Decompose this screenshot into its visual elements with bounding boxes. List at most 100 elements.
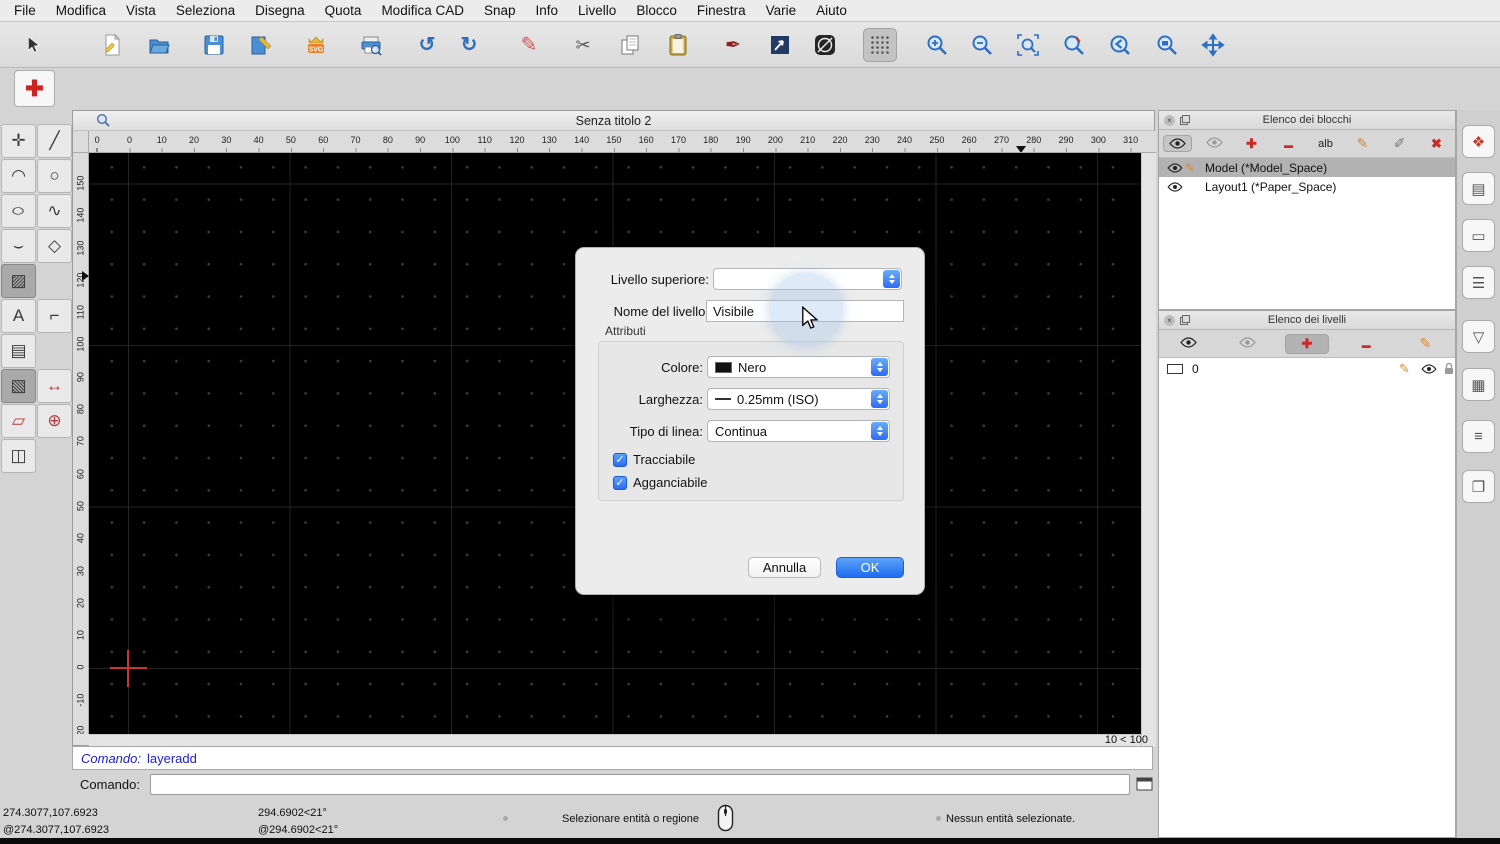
command-input[interactable] [149, 773, 1130, 795]
menu-item[interactable]: Aiuto [806, 3, 857, 18]
layer-lock-toggle[interactable] [1443, 362, 1455, 375]
float-panel-button[interactable] [1180, 115, 1190, 125]
command-panel-icon[interactable]: ≡ [1462, 420, 1495, 453]
menu-item[interactable]: Info [526, 3, 569, 18]
layer-list-panel-icon[interactable]: ▤ [1462, 172, 1495, 205]
print-preview-button[interactable] [354, 28, 388, 62]
pointer-tool-button[interactable] [15, 28, 49, 62]
document-zoom-icon [96, 113, 110, 127]
zoom-in-button[interactable] [920, 28, 954, 62]
menu-item[interactable]: Seleziona [166, 3, 245, 18]
pan-button[interactable] [1196, 28, 1230, 62]
construction-checkbox[interactable]: ✓ Tracciabile [613, 452, 695, 467]
cancel-button[interactable]: Annulla [748, 557, 821, 578]
block-list-item[interactable]: ✎ Model (*Model_Space) [1159, 158, 1455, 177]
float-panel-button[interactable] [1180, 315, 1190, 325]
layer-visible-toggle[interactable] [1421, 363, 1437, 374]
modify-tool[interactable]: ▱ [1, 404, 36, 438]
menu-item[interactable]: File [4, 3, 46, 18]
ok-button[interactable]: OK [836, 557, 904, 578]
menu-item[interactable]: Disegna [245, 3, 315, 18]
polygon-tool[interactable]: ◇ [37, 229, 72, 263]
pen-add-button[interactable]: ✚ [14, 70, 55, 107]
menu-item[interactable]: Livello [568, 3, 626, 18]
menu-item[interactable]: Vista [116, 3, 166, 18]
circle-diameter-button[interactable] [808, 28, 842, 62]
pencil-icon[interactable]: ✎ [1399, 361, 1410, 377]
close-panel-button[interactable]: × [1164, 314, 1175, 326]
layer-list-item[interactable]: 0 ✎ [1159, 358, 1455, 379]
highlight-pen-button[interactable]: ✎ [512, 28, 546, 62]
library-panel-icon[interactable]: ☰ [1462, 266, 1495, 299]
remove-layer-button[interactable]: ▬ [1362, 336, 1371, 351]
paste-button[interactable] [661, 28, 695, 62]
hatch-tool[interactable]: ▨ [1, 264, 36, 298]
fill-tool[interactable]: ▧ [1, 369, 36, 403]
arc-tool[interactable]: ◠ [1, 159, 36, 193]
line-tool[interactable]: ╱ [37, 124, 72, 158]
color-select[interactable]: Nero [707, 356, 890, 378]
add-layer-button[interactable]: ✚ [1285, 333, 1329, 354]
cut-button[interactable]: ✂ [566, 28, 600, 62]
edit-drawing-icon [251, 36, 272, 55]
draw-pen-button[interactable]: ✒ [716, 28, 750, 62]
curve-tool[interactable]: ⌣ [1, 229, 36, 263]
pen-panel-icon[interactable]: ▦ [1462, 368, 1495, 401]
clipboard-panel-icon[interactable]: ❐ [1462, 470, 1495, 503]
svg-export-button[interactable]: SVG [299, 28, 333, 62]
edit-drawing-button[interactable] [244, 28, 278, 62]
menu-item[interactable]: Quota [315, 3, 372, 18]
grid-toggle-button[interactable] [863, 28, 897, 62]
zoom-window-button[interactable] [1150, 28, 1184, 62]
block-list-panel-icon[interactable]: ❖ [1462, 125, 1495, 158]
zoom-auto-icon [1017, 34, 1039, 56]
measure-tool[interactable]: ↔ [37, 369, 72, 403]
undo-button[interactable]: ↺ [410, 28, 444, 62]
menu-item[interactable]: Snap [474, 3, 526, 18]
edit-layer-button[interactable]: ✎ [1420, 335, 1432, 352]
block-list-item[interactable]: Layout1 (*Paper_Space) [1159, 177, 1455, 196]
points-tool[interactable]: ✛ [1, 124, 36, 158]
add-block-button[interactable]: ✚ [1246, 136, 1257, 152]
delete-block-button[interactable]: ✖ [1431, 136, 1442, 152]
hide-all-blocks-button[interactable] [1206, 136, 1223, 151]
zoom-out-button[interactable] [965, 28, 999, 62]
image-tool[interactable]: ▤ [1, 334, 36, 368]
filter-panel-icon[interactable]: ▽ [1462, 320, 1495, 353]
edit-block-button[interactable]: ✎ [1357, 135, 1369, 152]
snap-checkbox[interactable]: ✓ Agganciabile [613, 475, 707, 490]
draw-order-button[interactable] [763, 28, 797, 62]
paper-panel-icon[interactable]: ▭ [1462, 219, 1495, 252]
vertical-scrollbar[interactable] [1141, 153, 1156, 747]
hide-all-layers-button[interactable] [1239, 336, 1257, 351]
zoom-redraw-button[interactable] [1057, 28, 1091, 62]
zoom-auto-button[interactable] [1011, 28, 1045, 62]
menu-item[interactable]: Modifica [46, 3, 116, 18]
save-button[interactable] [197, 28, 231, 62]
insert-block-button[interactable]: ✐ [1394, 135, 1406, 152]
rename-block-button[interactable]: alb [1318, 138, 1333, 150]
new-document-button[interactable] [95, 28, 129, 62]
open-file-button[interactable] [142, 28, 176, 62]
detach-command-button[interactable] [1136, 777, 1153, 791]
rect-tool[interactable]: ⌐ [37, 299, 72, 333]
menu-item[interactable]: Finestra [687, 3, 756, 18]
menu-item[interactable]: Blocco [626, 3, 687, 18]
snap-tool[interactable]: ⊕ [37, 404, 72, 438]
show-all-layers-button[interactable] [1180, 336, 1197, 351]
menu-item[interactable]: Varie [756, 3, 807, 18]
spline-tool[interactable]: ∿ [37, 194, 72, 228]
show-all-blocks-button[interactable] [1163, 135, 1192, 152]
copy-button[interactable] [613, 28, 647, 62]
circle-tool[interactable]: ○ [37, 159, 72, 193]
text-tool[interactable]: A [1, 299, 36, 333]
menu-item[interactable]: Modifica CAD [371, 3, 474, 18]
iso-view-tool[interactable]: ◫ [1, 439, 36, 473]
linetype-select[interactable]: Continua [707, 420, 890, 442]
remove-block-button[interactable]: ▬ [1284, 136, 1293, 151]
zoom-previous-button[interactable] [1103, 28, 1137, 62]
redo-button[interactable]: ↻ [452, 28, 486, 62]
ellipse-tool[interactable]: ○ [1, 194, 36, 228]
width-select[interactable]: 0.25mm (ISO) [707, 388, 890, 410]
close-panel-button[interactable]: × [1164, 114, 1175, 126]
